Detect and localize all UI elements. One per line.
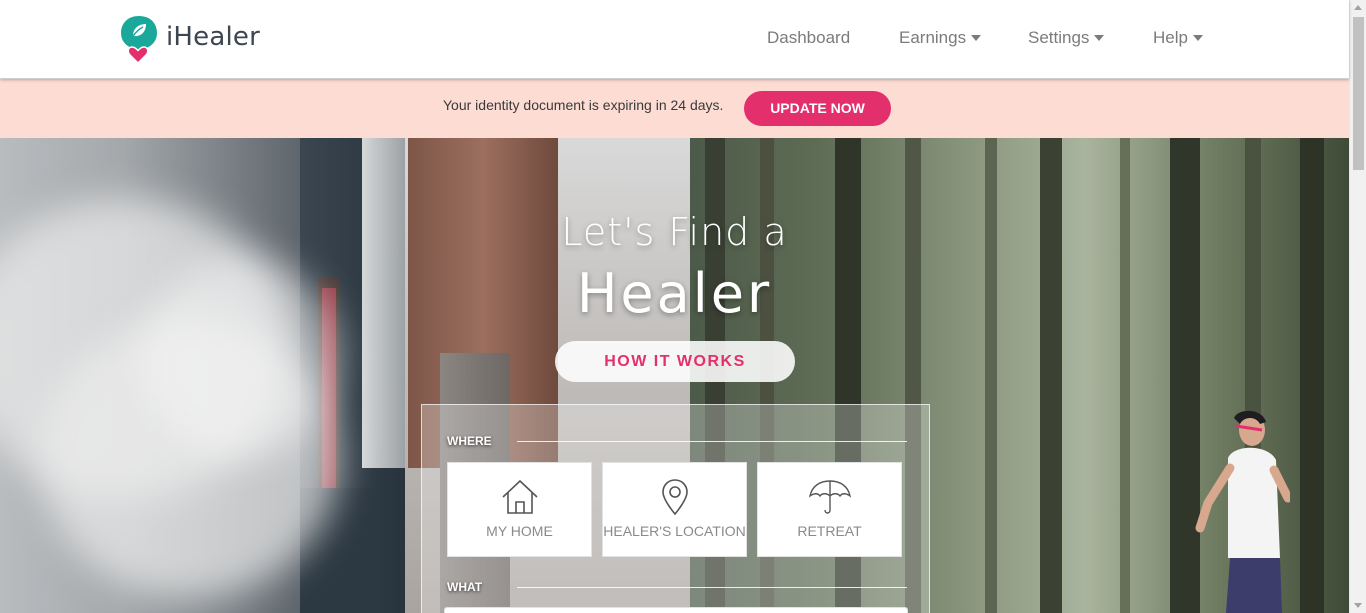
- where-option-my-home[interactable]: MY HOME: [447, 462, 592, 557]
- house-icon: [448, 478, 591, 516]
- caret-down-icon: [971, 35, 982, 41]
- hero-title-line2: Healer: [576, 262, 773, 325]
- where-option-healers-location[interactable]: HEALER'S LOCATION: [602, 462, 747, 557]
- healer-search-panel: WHERE MY HOME HEALER'S LOCATION RETREAT …: [421, 404, 930, 613]
- top-navbar: iHealer Dashboard Earnings Settings Help: [0, 0, 1349, 79]
- nav-help-label: Help: [1153, 28, 1188, 47]
- where-section-label: WHERE: [447, 434, 492, 448]
- update-now-button[interactable]: UPDATE NOW: [744, 91, 891, 126]
- main-nav: Dashboard Earnings Settings Help: [649, 28, 1349, 52]
- identity-expiry-banner: Your identity document is expiring in 24…: [0, 79, 1349, 138]
- ihealer-logo-icon: [119, 14, 159, 65]
- nav-settings-dropdown[interactable]: Settings: [1028, 28, 1105, 48]
- option-label: HEALER'S LOCATION: [603, 523, 746, 539]
- how-it-works-button[interactable]: HOW IT WORKS: [555, 341, 795, 382]
- where-option-retreat[interactable]: RETREAT: [757, 462, 902, 557]
- nav-earnings-dropdown[interactable]: Earnings: [899, 28, 982, 48]
- nav-settings-label: Settings: [1028, 28, 1090, 47]
- nav-dashboard[interactable]: Dashboard: [767, 28, 850, 48]
- option-label: RETREAT: [797, 523, 862, 539]
- what-section-label: WHAT: [447, 580, 483, 594]
- hero-title-line1: Let's Find a: [561, 210, 788, 254]
- where-divider: [517, 441, 907, 442]
- page-scrollbar[interactable]: [1349, 0, 1366, 613]
- map-pin-icon: [603, 478, 746, 516]
- hero-section: Let's Find a Healer HOW IT WORKS WHERE M…: [0, 138, 1349, 613]
- brand-logo[interactable]: iHealer: [119, 14, 261, 65]
- runner-figure: [1195, 410, 1290, 613]
- what-divider: [517, 587, 907, 588]
- scroll-up-icon[interactable]: [1354, 5, 1362, 10]
- umbrella-icon: [758, 478, 901, 516]
- nav-help-dropdown[interactable]: Help: [1153, 28, 1203, 48]
- caret-down-icon: [1192, 35, 1203, 41]
- nav-earnings-label: Earnings: [899, 28, 967, 47]
- scroll-down-icon[interactable]: [1354, 603, 1362, 608]
- banner-message: Your identity document is expiring in 24…: [443, 97, 724, 113]
- brand-name: iHealer: [166, 22, 261, 52]
- caret-down-icon: [1094, 35, 1105, 41]
- option-label: MY HOME: [486, 523, 553, 539]
- scrollbar-thumb[interactable]: [1353, 17, 1364, 170]
- what-search-input[interactable]: [444, 607, 908, 613]
- nav-dashboard-label: Dashboard: [767, 28, 851, 47]
